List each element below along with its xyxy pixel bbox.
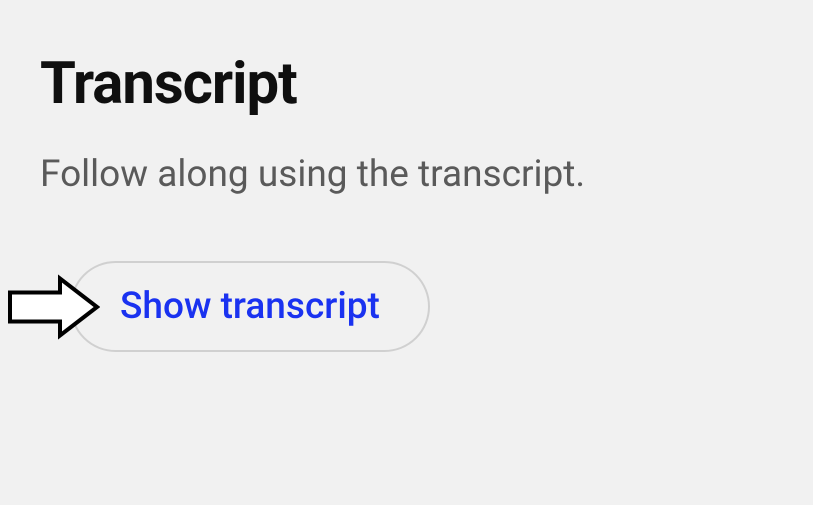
- pointer-arrow-icon: [5, 274, 100, 339]
- show-transcript-button-label: Show transcript: [120, 285, 380, 328]
- show-transcript-button[interactable]: Show transcript: [70, 261, 430, 352]
- section-description: Follow along using the transcript.: [40, 153, 773, 196]
- transcript-section: Transcript Follow along using the transc…: [40, 50, 773, 352]
- section-title: Transcript: [40, 50, 773, 118]
- button-row: Show transcript: [40, 261, 773, 352]
